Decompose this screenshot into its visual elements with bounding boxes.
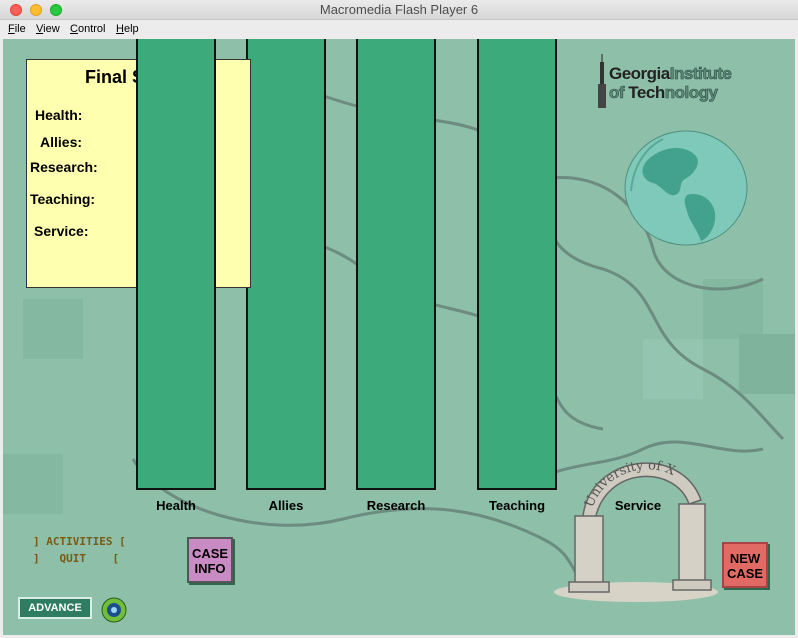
university-arch-illustration: University of X [554, 458, 718, 602]
menu-file[interactable]: File [8, 23, 26, 35]
bar-label-health: Health [156, 498, 196, 513]
bar-label-allies: Allies [268, 498, 304, 513]
score-label-health: Health: [35, 107, 83, 123]
activities-link[interactable]: ] ACTIVITIES [ [33, 535, 126, 548]
score-label-allies: Allies: [40, 134, 83, 150]
window-title: Macromedia Flash Player 6 [319, 2, 479, 17]
menu-view[interactable]: View [36, 23, 60, 35]
georgia-tech-logo: GeorgiaInstitute of Technology [595, 54, 785, 114]
flash-stage: Final Score Health: 24 Allies: 40 Resear… [3, 39, 795, 635]
advance-logo: ADVANCE [18, 597, 92, 619]
menu-control[interactable]: Control [70, 23, 105, 35]
bar-allies [246, 39, 326, 490]
arch-inscription: University of X [582, 458, 678, 509]
case-info-button[interactable]: CASE INFO [187, 537, 233, 583]
score-label-research: Research: [30, 159, 98, 175]
score-label-service: Service: [34, 223, 89, 239]
bar-label-research: Research [366, 498, 426, 513]
bar-teaching [477, 39, 557, 490]
window-titlebar: Macromedia Flash Player 6 [0, 0, 798, 20]
new-case-button[interactable]: NEW CASE [722, 542, 768, 588]
menu-help[interactable]: Help [116, 23, 139, 35]
globe-icon [624, 130, 748, 246]
bar-research [356, 39, 436, 490]
score-label-teaching: Teaching: [30, 191, 96, 207]
quit-link[interactable]: ] QUIT [ [33, 552, 119, 565]
menu-bar: File View Control Help [0, 21, 798, 39]
tower-icon [598, 54, 606, 108]
logo-line-1: GeorgiaInstitute [609, 64, 732, 84]
logo-line-2: of Technology [609, 83, 719, 103]
bar-health-front [136, 39, 216, 490]
nsf-logo-icon [101, 597, 127, 623]
